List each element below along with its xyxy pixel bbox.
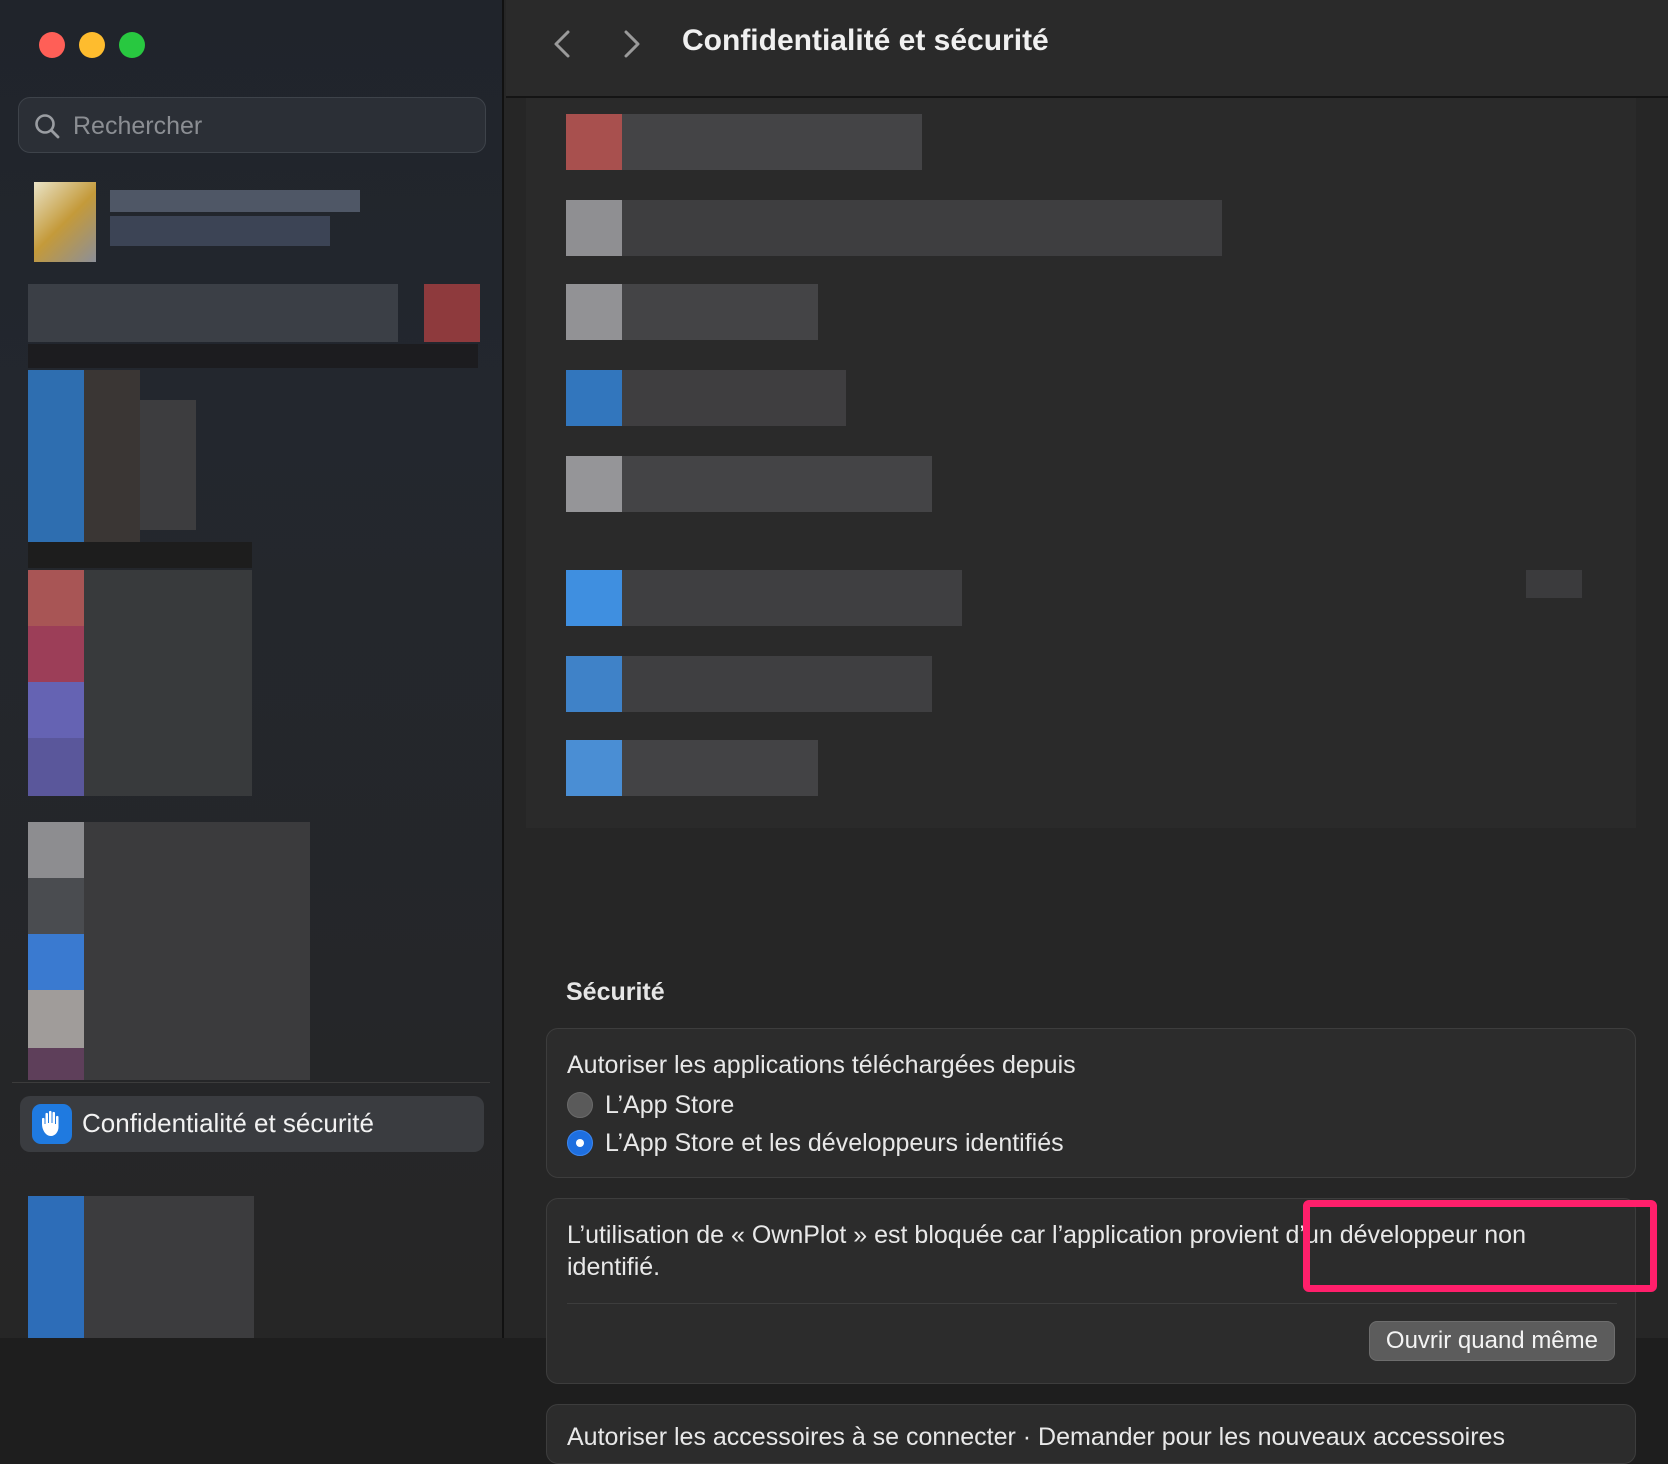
accessories-card: Autoriser les accessoires à se connecter… [546, 1404, 1636, 1464]
zoom-window-button[interactable] [119, 32, 145, 58]
sidebar-item-privacy-security[interactable]: Confidentialité et sécurité [20, 1096, 484, 1152]
sidebar-divider [12, 1082, 490, 1083]
content-area: Sécurité Autoriser les applications télé… [506, 98, 1668, 1464]
search-icon [35, 114, 60, 139]
search-input[interactable] [71, 98, 475, 154]
radio-button[interactable] [567, 1092, 593, 1118]
main-pane: Confidentialité et sécurité Sécurité Aut… [506, 0, 1668, 1464]
card-divider [567, 1303, 1617, 1304]
sidebar-item-label: Confidentialité et sécurité [82, 1108, 374, 1138]
minimize-window-button[interactable] [79, 32, 105, 58]
page-title: Confidentialité et sécurité [682, 24, 1049, 57]
sidebar: Confidentialité et sécurité [0, 0, 504, 1338]
radio-label: L’App Store et les développeurs identifi… [605, 1128, 1064, 1157]
chevron-left-icon[interactable] [544, 24, 580, 64]
blocked-app-message: L’utilisation de « OwnPlot » est bloquée… [567, 1221, 1526, 1281]
toolbar: Confidentialité et sécurité [506, 0, 1668, 98]
open-anyway-button[interactable]: Ouvrir quand même [1368, 1321, 1615, 1361]
radio-app-store-identified-developers[interactable]: L’App Store et les développeurs identifi… [567, 1127, 1064, 1159]
radio-button-selected[interactable] [567, 1130, 593, 1156]
blocked-app-card: L’utilisation de « OwnPlot » est bloquée… [546, 1198, 1636, 1384]
chevron-right-icon[interactable] [614, 24, 650, 64]
allow-apps-card: Autoriser les applications téléchargées … [546, 1028, 1636, 1178]
search-field[interactable] [18, 97, 486, 154]
settings-window: Confidentialité et sécurité Confidential… [0, 0, 1668, 1464]
accessories-label: Autoriser les accessoires à se connecter… [567, 1423, 1505, 1451]
security-section-title: Sécurité [566, 978, 665, 1006]
allow-apps-label: Autoriser les applications téléchargées … [567, 1051, 1076, 1079]
close-window-button[interactable] [39, 32, 65, 58]
radio-app-store[interactable]: L’App Store [567, 1089, 734, 1121]
hand-raised-icon [32, 1104, 72, 1144]
radio-label: L’App Store [605, 1090, 735, 1119]
